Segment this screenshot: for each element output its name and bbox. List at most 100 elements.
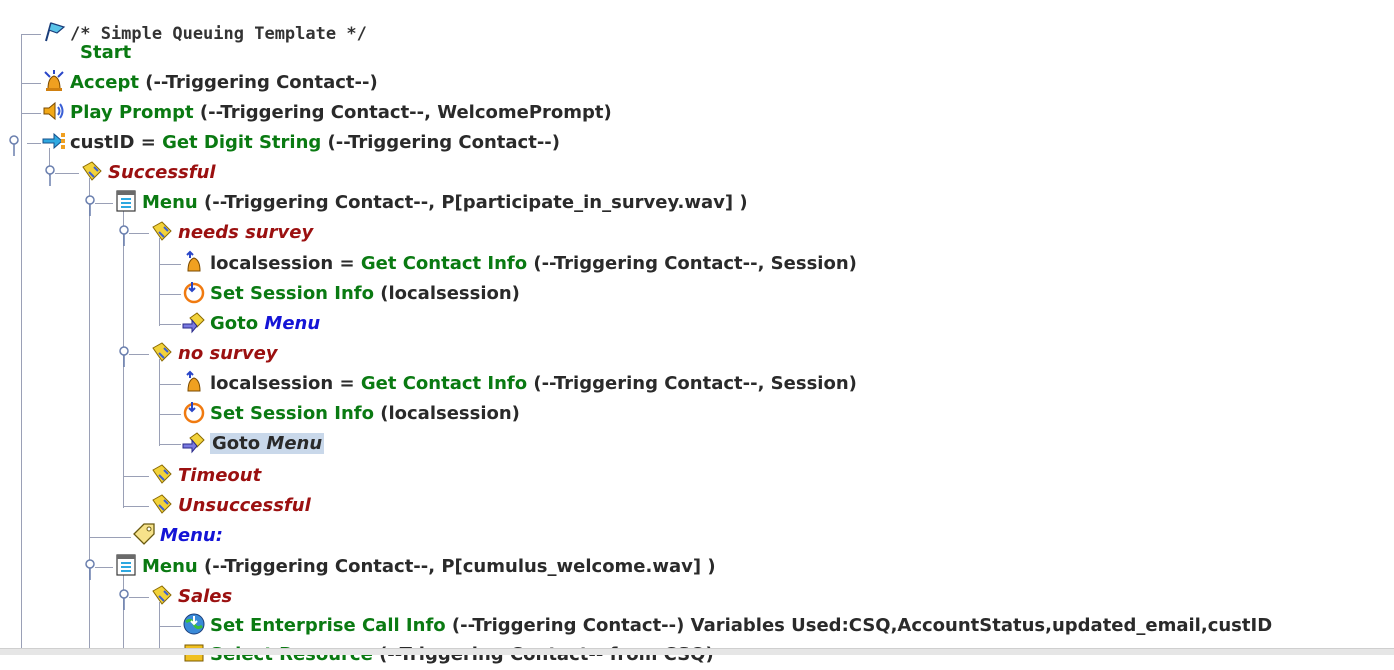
play-prompt-keyword: Play Prompt <box>70 102 194 123</box>
tree-line <box>21 34 41 35</box>
tree-line <box>123 476 149 477</box>
set-session-info-icon <box>182 280 206 304</box>
goto-icon <box>182 310 206 334</box>
branch-tag-icon <box>150 462 174 486</box>
menu-label-text: Menu: <box>160 525 223 546</box>
tree-line <box>159 238 160 326</box>
tree-line <box>159 264 181 265</box>
successful-branch-label: Successful <box>108 162 216 183</box>
branch-tag-icon <box>150 583 174 607</box>
unsuccessful-branch-label: Unsuccessful <box>178 495 311 516</box>
label-tag-icon <box>132 522 156 546</box>
sales-branch-label: Sales <box>178 586 233 607</box>
goto-icon <box>182 430 206 454</box>
tree-line <box>159 294 181 295</box>
tree-node-goto-menu[interactable]: Goto Menu <box>182 309 320 339</box>
get-contact-info-assign: localsession = <box>210 373 361 394</box>
speaker-icon <box>42 99 66 123</box>
tree-line <box>129 233 149 234</box>
branch-tag-icon <box>80 159 104 183</box>
set-session-info-args: (localsession) <box>373 403 520 424</box>
get-digit-keyword: Get Digit String <box>162 132 322 153</box>
timeout-branch-label: Timeout <box>178 465 262 486</box>
get-digit-args: (--Triggering Contact--) <box>321 132 560 153</box>
tree-node-successful[interactable]: Successful <box>80 158 216 188</box>
tree-node-select-resource[interactable]: Select Resource (--Triggering Contact-- … <box>182 640 714 670</box>
tree-line <box>95 567 113 568</box>
tree-line <box>159 359 160 446</box>
get-contact-info-assign: localsession = <box>210 253 361 274</box>
needs-survey-branch-label: needs survey <box>178 222 314 243</box>
get-contact-info-keyword: Get Contact Info <box>360 253 528 274</box>
tree-node-start[interactable]: Start <box>80 38 131 68</box>
menu-args: (--Triggering Contact--, P[cumulus_welco… <box>197 556 716 577</box>
menu-keyword: Menu <box>142 556 198 577</box>
set-session-info-keyword: Set Session Info <box>210 283 374 304</box>
collapse-toggle[interactable] <box>118 588 130 610</box>
tree-line <box>21 113 41 114</box>
tree-node-menu-welcome[interactable]: Menu (--Triggering Contact--, P[cumulus_… <box>114 552 716 582</box>
tree-line <box>89 178 90 654</box>
collapse-toggle[interactable] <box>8 134 20 156</box>
tree-node-goto-menu-selected[interactable]: Goto Menu <box>182 429 325 459</box>
tree-line <box>95 203 113 204</box>
enterprise-globe-icon <box>182 612 206 636</box>
tree-node-sales[interactable]: Sales <box>150 582 232 612</box>
tree-line <box>159 414 181 415</box>
goto-target-label: Menu <box>264 313 321 334</box>
collapse-toggle[interactable] <box>84 558 96 580</box>
set-enterprise-call-info-args: (--Triggering Contact--) Variables Used:… <box>445 615 1273 636</box>
goto-keyword: Goto <box>212 433 261 454</box>
collapse-toggle[interactable] <box>84 194 96 216</box>
menu-icon <box>114 189 138 213</box>
digit-string-icon <box>42 129 66 153</box>
tree-line <box>159 384 181 385</box>
accept-bell-icon <box>42 69 66 93</box>
set-enterprise-call-info-keyword: Set Enterprise Call Info <box>210 615 446 636</box>
tree-node-timeout[interactable]: Timeout <box>150 461 261 491</box>
goto-target-label: Menu <box>266 433 323 454</box>
set-session-info-keyword: Set Session Info <box>210 403 374 424</box>
menu-keyword: Menu <box>142 192 198 213</box>
tree-node-no-survey[interactable]: no survey <box>150 339 278 369</box>
tree-node-set-session-info[interactable]: Set Session Info (localsession) <box>182 279 520 309</box>
tree-node-menu-label[interactable]: Menu: <box>132 521 223 551</box>
get-contact-info-args: (--Triggering Contact--, Session) <box>527 373 857 394</box>
get-contact-info-icon <box>182 250 206 274</box>
tree-node-needs-survey[interactable]: needs survey <box>150 218 313 248</box>
set-session-info-icon <box>182 400 206 424</box>
branch-tag-icon <box>150 492 174 516</box>
tree-line <box>129 597 149 598</box>
tree-node-get-digit-string[interactable]: custID = Get Digit String (--Triggering … <box>42 128 560 158</box>
get-digit-assign: custID = <box>70 132 163 153</box>
tree-line <box>89 537 131 538</box>
get-contact-info-args: (--Triggering Contact--, Session) <box>527 253 857 274</box>
tree-node-set-enterprise-call-info[interactable]: Set Enterprise Call Info (--Triggering C… <box>182 611 1272 641</box>
tree-node-get-contact-info[interactable]: localsession = Get Contact Info (--Trigg… <box>182 249 857 279</box>
accept-args: (--Triggering Contact--) <box>138 72 378 93</box>
collapse-toggle[interactable] <box>118 224 130 246</box>
branch-tag-icon <box>150 340 174 364</box>
tree-node-accept[interactable]: Accept (--Triggering Contact--) <box>42 68 378 98</box>
set-session-info-args: (localsession) <box>373 283 520 304</box>
tree-line <box>21 83 41 84</box>
get-contact-info-icon <box>182 370 206 394</box>
tree-node-set-session-info[interactable]: Set Session Info (localsession) <box>182 399 520 429</box>
tree-node-play-prompt[interactable]: Play Prompt (--Triggering Contact--, Wel… <box>42 98 612 128</box>
tree-node-get-contact-info[interactable]: localsession = Get Contact Info (--Trigg… <box>182 369 857 399</box>
collapse-toggle[interactable] <box>118 345 130 367</box>
collapse-toggle[interactable] <box>44 164 56 186</box>
get-contact-info-keyword: Get Contact Info <box>360 373 528 394</box>
no-survey-branch-label: no survey <box>178 343 278 364</box>
tree-line <box>123 572 124 654</box>
script-editor-tree[interactable]: /* Simple Queuing Template */ Start Acce… <box>0 0 1394 665</box>
selected-node-highlight[interactable]: Goto Menu <box>210 433 325 454</box>
tree-node-menu-survey[interactable]: Menu (--Triggering Contact--, P[particip… <box>114 188 748 218</box>
start-label: Start <box>80 42 132 63</box>
goto-keyword: Goto <box>210 313 259 334</box>
accept-keyword: Accept <box>70 72 139 93</box>
tree-line <box>159 444 181 445</box>
tree-line <box>159 324 181 325</box>
tree-node-unsuccessful[interactable]: Unsuccessful <box>150 491 311 521</box>
branch-tag-icon <box>150 219 174 243</box>
